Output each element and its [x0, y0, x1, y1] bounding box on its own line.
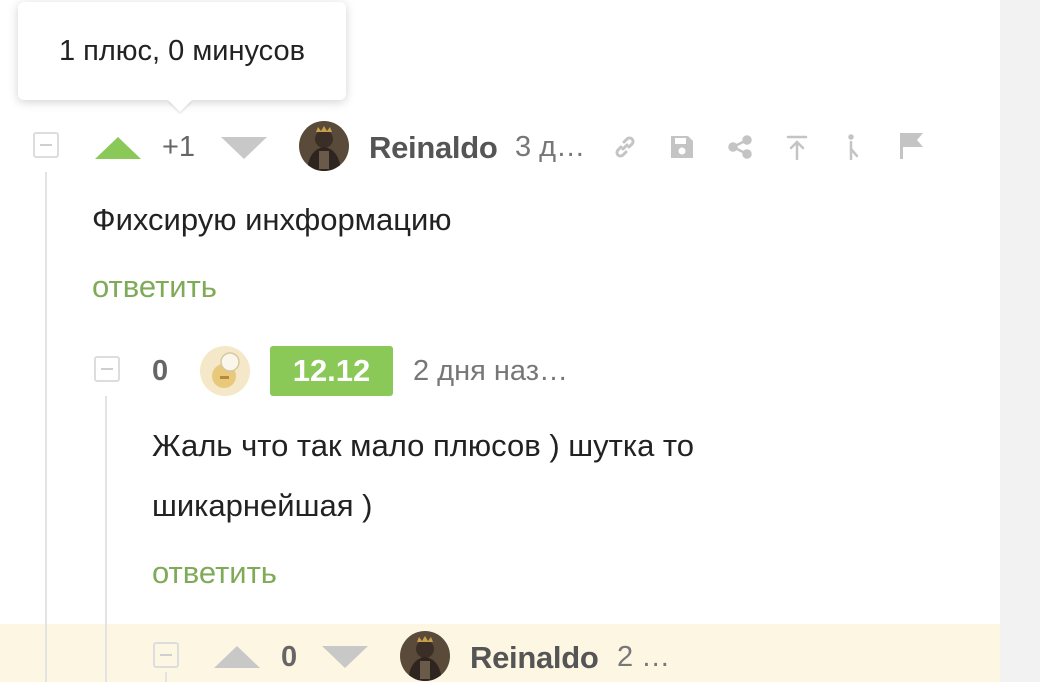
avatar[interactable]	[400, 631, 450, 681]
comment-text: Фихсирую инхформацию	[92, 202, 452, 237]
reply-link[interactable]: ответить	[92, 269, 217, 305]
comment-text-line: Жаль что так мало плюсов ) шутка то	[152, 428, 695, 463]
arrow-down-icon[interactable]	[322, 646, 368, 668]
collapse-icon[interactable]	[153, 642, 179, 668]
author-name[interactable]: Reinaldo	[369, 130, 498, 166]
link-icon[interactable]	[612, 134, 638, 160]
rating-tooltip-text: 1 плюс, 0 минусов	[58, 34, 306, 67]
arrow-up-icon[interactable]	[214, 646, 260, 668]
arrow-up-icon[interactable]	[95, 137, 141, 159]
author-badge[interactable]: 12.12	[270, 346, 393, 396]
branch-icon[interactable]	[841, 134, 867, 161]
comment-rating: +1	[162, 131, 196, 163]
comment-rating: 0	[281, 641, 298, 673]
arrow-down-icon[interactable]	[221, 137, 267, 159]
comment-time[interactable]: 3 д…	[515, 131, 585, 164]
page-side-background	[1000, 0, 1040, 682]
tooltip-pointer	[168, 100, 192, 112]
collapse-icon[interactable]	[94, 356, 120, 382]
collapse-icon[interactable]	[33, 132, 59, 158]
comment-time[interactable]: 2 дня наз…	[413, 355, 568, 388]
thread-line[interactable]	[105, 396, 107, 682]
comment-rating: 0	[152, 355, 169, 387]
share-icon[interactable]	[727, 134, 753, 160]
reply-link[interactable]: ответить	[152, 555, 277, 591]
author-name[interactable]: Reinaldo	[470, 640, 599, 676]
comment-text-line: шикарнейшая )	[152, 488, 373, 523]
rating-tooltip: 1 плюс, 0 минусов	[18, 2, 346, 100]
save-icon[interactable]	[669, 134, 695, 160]
avatar[interactable]	[200, 346, 250, 396]
comment-time[interactable]: 2 …	[617, 641, 670, 674]
scroll-to-top-icon[interactable]	[784, 134, 810, 161]
avatar[interactable]	[299, 121, 349, 171]
thread-line[interactable]	[45, 172, 47, 682]
flag-icon[interactable]	[898, 133, 924, 159]
thread-line[interactable]	[165, 672, 167, 682]
